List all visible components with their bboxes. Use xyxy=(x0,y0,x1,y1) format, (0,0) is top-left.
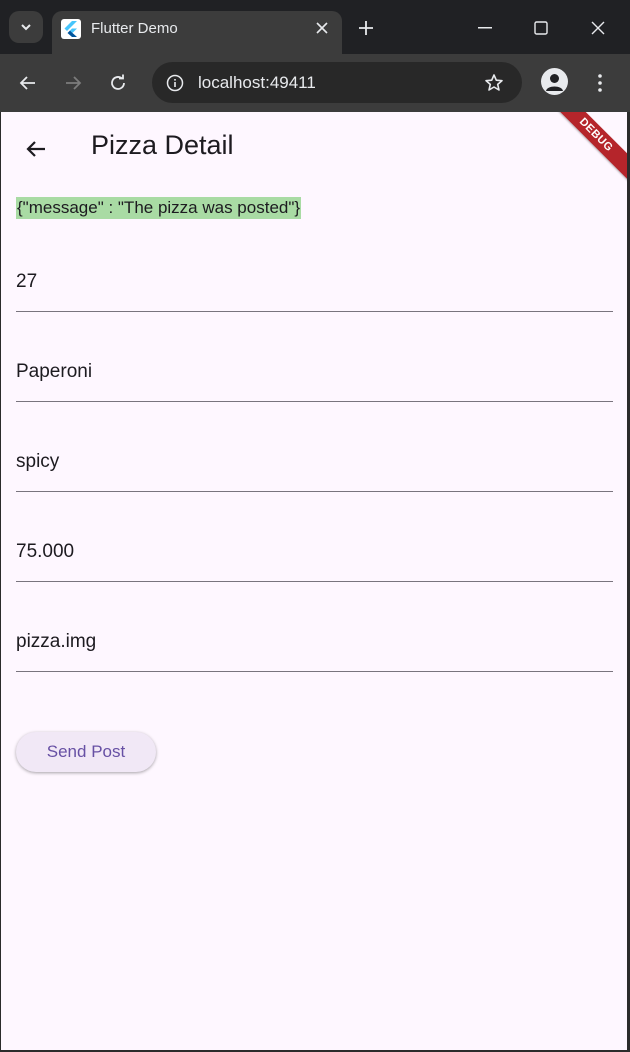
response-message: {"message" : "The pizza was posted"} xyxy=(16,197,302,219)
pizza-id-field[interactable]: 27 xyxy=(16,249,613,312)
reload-icon[interactable] xyxy=(101,66,135,100)
pizza-description-value: spicy xyxy=(16,451,60,472)
chevron-down-icon xyxy=(21,24,31,31)
pizza-description-field[interactable]: spicy xyxy=(16,429,613,492)
browser-tab[interactable]: Flutter Demo xyxy=(52,11,342,54)
back-icon[interactable] xyxy=(11,66,45,100)
browser-toolbar: localhost:49411 xyxy=(0,54,630,112)
forward-icon[interactable] xyxy=(56,66,90,100)
address-bar[interactable]: localhost:49411 xyxy=(152,62,522,103)
pizza-price-field[interactable]: 75.000 xyxy=(16,519,613,582)
pizza-image-value: pizza.img xyxy=(16,631,97,652)
page-title: Pizza Detail xyxy=(91,130,234,160)
url-text: localhost:49411 xyxy=(198,73,316,92)
site-info-icon[interactable] xyxy=(160,68,189,97)
flutter-icon xyxy=(61,19,81,39)
minimize-icon[interactable] xyxy=(457,8,513,48)
bookmark-star-icon[interactable] xyxy=(482,71,506,95)
tab-title: Flutter Demo xyxy=(91,20,178,37)
pizza-id-value: 27 xyxy=(16,271,38,292)
tab-search-button[interactable] xyxy=(9,11,43,43)
app-back-arrow-icon[interactable] xyxy=(20,133,52,165)
profile-avatar-icon[interactable] xyxy=(541,68,568,95)
send-post-button[interactable]: Send Post xyxy=(16,732,156,772)
more-menu-icon[interactable] xyxy=(588,68,612,98)
browser-tabstrip: Flutter Demo xyxy=(0,0,630,54)
maximize-icon[interactable] xyxy=(513,8,569,48)
pizza-image-field[interactable]: pizza.img xyxy=(16,609,613,672)
close-tab-icon[interactable] xyxy=(310,16,334,40)
close-window-icon[interactable] xyxy=(570,8,626,48)
pizza-name-value: Paperoni xyxy=(16,361,93,382)
app-viewport: Pizza Detail DEBUG {"message" : "The piz… xyxy=(1,112,627,1050)
pizza-name-field[interactable]: Paperoni xyxy=(16,339,613,402)
new-tab-icon[interactable] xyxy=(352,14,380,42)
pizza-price-value: 75.000 xyxy=(16,541,75,562)
debug-banner: DEBUG xyxy=(543,112,627,188)
